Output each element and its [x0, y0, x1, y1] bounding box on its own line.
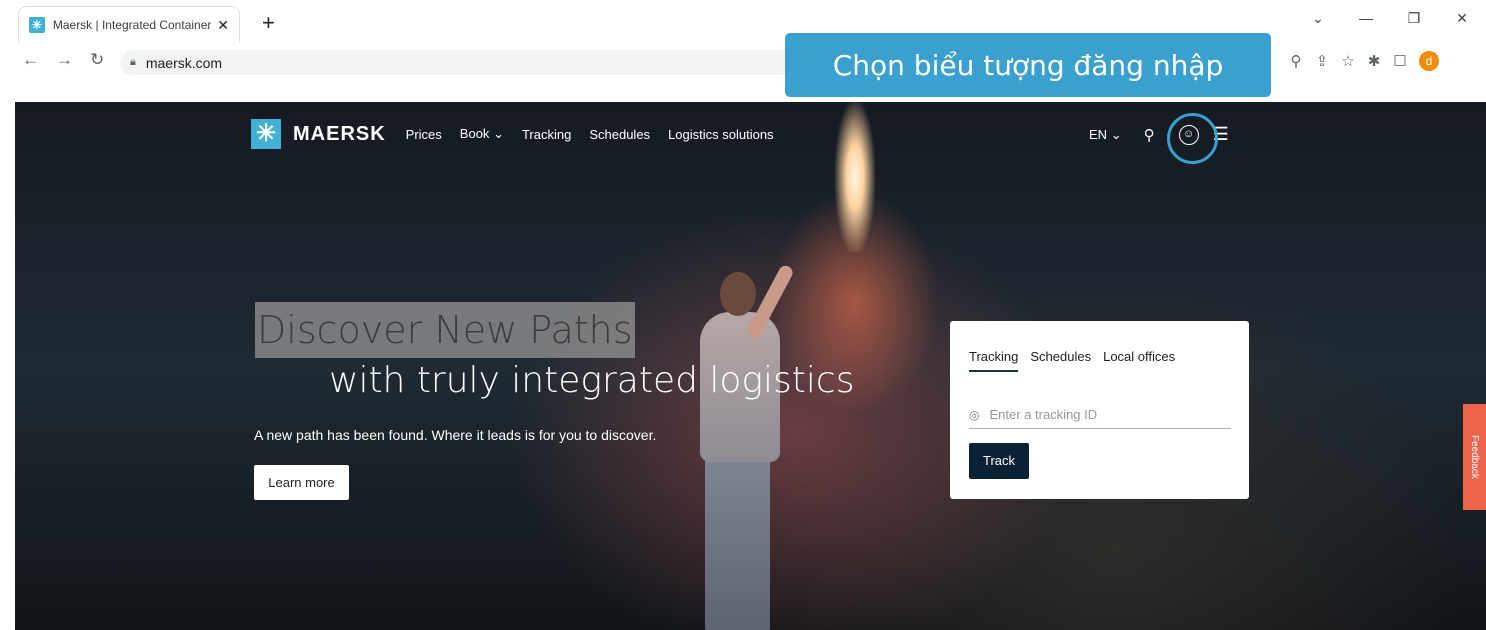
language-label: EN	[1089, 126, 1108, 142]
nav-tracking[interactable]: Tracking	[522, 127, 571, 142]
tab-local-offices[interactable]: Local offices	[1103, 349, 1175, 372]
nav-prices[interactable]: Prices	[406, 127, 442, 142]
minimize-icon[interactable]: —	[1342, 10, 1390, 27]
maersk-logo-text[interactable]: MAERSK	[293, 123, 386, 146]
panel-tabs: Tracking Schedules Local offices	[969, 349, 1187, 372]
lock-icon[interactable]: 🔒︎	[130, 56, 136, 69]
location-pin-icon: ◎	[969, 407, 980, 422]
browser-tab[interactable]: ✳ Maersk | Integrated Container Lo ✕	[18, 6, 240, 43]
close-tab-icon[interactable]: ✕	[217, 17, 229, 34]
zoom-icon[interactable]: ⚲	[1283, 52, 1309, 70]
tab-title: Maersk | Integrated Container Lo	[52, 18, 212, 32]
tab-schedules[interactable]: Schedules	[1030, 349, 1091, 372]
track-button[interactable]: Track	[969, 443, 1029, 479]
hero-figure-image	[675, 263, 795, 630]
tab-search-icon[interactable]: ⌄	[1294, 10, 1342, 27]
nav-book[interactable]: Book ⌄	[460, 126, 504, 142]
reload-icon[interactable]: ↻	[90, 50, 104, 70]
new-tab-button[interactable]: +	[262, 12, 275, 34]
maersk-favicon-icon: ✳	[29, 17, 45, 33]
language-selector[interactable]: EN ⌄	[1089, 127, 1122, 143]
website-viewport: ✳ MAERSK Prices Book ⌄ Tracking Schedule…	[15, 102, 1486, 630]
url-text[interactable]: maersk.com	[146, 55, 222, 71]
window-controls: ⌄ — ❐ ✕	[1294, 10, 1486, 27]
feedback-tab[interactable]: Feedback	[1463, 404, 1486, 510]
profile-avatar[interactable]: d	[1419, 51, 1439, 71]
hero-title-line2: with truly integrated logistics	[329, 360, 855, 401]
site-header: ✳ MAERSK Prices Book ⌄ Tracking Schedule…	[251, 116, 1261, 152]
nav-logistics-solutions[interactable]: Logistics solutions	[668, 127, 774, 142]
chevron-down-icon: ⌄	[493, 126, 504, 141]
sidepanel-icon[interactable]: ☐	[1387, 52, 1413, 70]
nav-book-label: Book	[459, 126, 490, 141]
forward-icon[interactable]: →	[56, 50, 73, 70]
back-icon[interactable]: ←	[22, 50, 39, 70]
search-icon[interactable]: ⚲	[1144, 126, 1155, 144]
tab-tracking[interactable]: Tracking	[969, 349, 1019, 372]
hero-title-line1: Discover New Paths	[255, 302, 635, 358]
close-window-icon[interactable]: ✕	[1438, 10, 1486, 27]
hero-subtitle: A new path has been found. Where it lead…	[254, 427, 657, 443]
restore-icon[interactable]: ❐	[1390, 10, 1438, 27]
star-icon[interactable]: ☆	[1335, 52, 1361, 70]
maersk-star-logo-icon[interactable]: ✳	[251, 119, 281, 149]
share-icon[interactable]: ⇪	[1309, 52, 1335, 70]
nav-schedules[interactable]: Schedules	[589, 127, 650, 142]
extensions-icon[interactable]: ✱	[1361, 52, 1387, 70]
toolbar-icons: ⚲ ⇪ ☆ ✱ ☐ d	[1283, 51, 1439, 71]
chevron-down-icon: ⌄	[1110, 126, 1122, 142]
tracking-panel: Tracking Schedules Local offices ◎ Track	[950, 321, 1249, 499]
login-highlight-circle	[1167, 113, 1218, 164]
annotation-callout: Chọn biểu tượng đăng nhập	[785, 33, 1271, 97]
tracking-field: ◎	[969, 401, 1231, 429]
tracking-id-input[interactable]	[989, 407, 1210, 422]
learn-more-button[interactable]: Learn more	[254, 465, 349, 500]
